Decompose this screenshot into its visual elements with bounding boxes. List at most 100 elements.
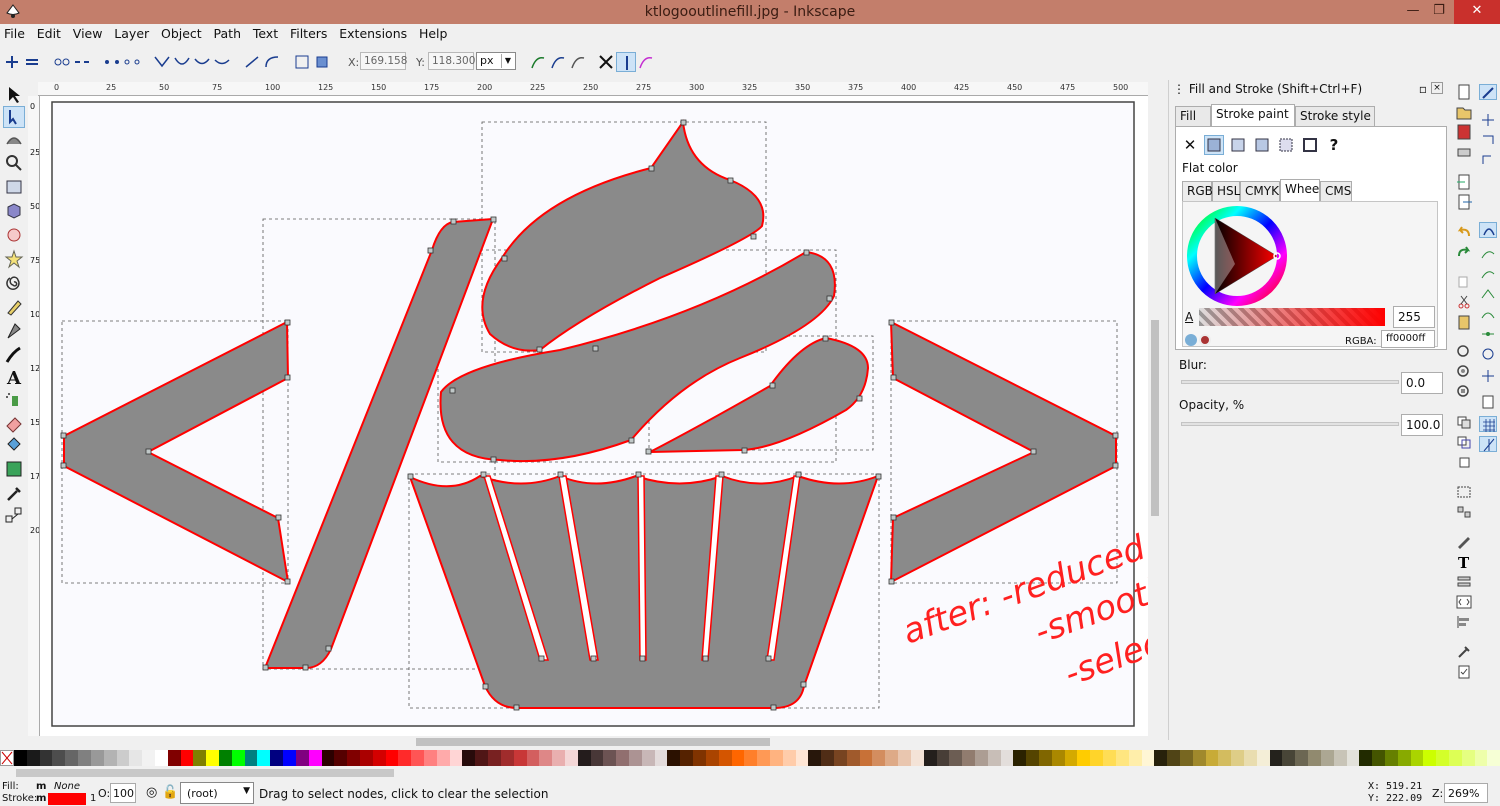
show-mask-icon[interactable] [616,52,636,72]
node-symmetric-icon[interactable] [192,52,212,72]
palette-swatch[interactable] [667,750,681,766]
palette-swatch[interactable] [808,750,822,766]
enable-snapping-icon[interactable] [1479,84,1497,100]
drawing[interactable]: after: -reduced nodes -smooth paths -sel… [40,96,1148,736]
undo-icon[interactable] [1455,224,1473,240]
palette-swatch[interactable] [475,750,489,766]
menu-path[interactable]: Path [210,24,245,41]
layer-visibility-icon[interactable]: ◎ [146,785,157,800]
xml-editor-icon[interactable] [1455,594,1473,610]
show-handles-icon[interactable] [528,52,548,72]
palette-swatch[interactable] [359,750,373,766]
unit-select[interactable]: px ▼ [476,52,516,70]
pattern-button[interactable] [1276,135,1296,155]
flat-color-button[interactable] [1204,135,1224,155]
node-smooth-icon[interactable] [172,52,192,72]
palette-swatch[interactable] [1103,750,1116,766]
palette-swatch[interactable] [1461,750,1475,766]
palette-swatch[interactable] [65,750,79,766]
palette-swatch[interactable] [1308,750,1321,766]
palette-swatch[interactable] [1090,750,1104,766]
snap-nodes-icon[interactable] [1479,222,1497,238]
star-tool-icon[interactable] [3,248,25,270]
node-auto-smooth-icon[interactable] [212,52,232,72]
pencil-tool-icon[interactable] [3,296,25,318]
palette-swatch[interactable] [1077,750,1091,766]
palette-swatch[interactable] [219,750,232,766]
tab-stroke-style[interactable]: Stroke style [1295,106,1375,126]
palette-swatch[interactable] [1167,750,1180,766]
open-icon[interactable] [1455,104,1473,120]
zoom-tool-icon[interactable] [3,152,25,174]
palette-swatch[interactable] [744,750,758,766]
palette-swatch[interactable] [78,750,91,766]
palette-swatch[interactable] [1231,750,1244,766]
pen-tool-icon[interactable] [3,320,25,342]
unset-paint-button[interactable]: ? [1324,135,1344,155]
palette-swatch[interactable] [1064,750,1078,766]
tab-cmyk[interactable]: CMYK [1240,181,1280,201]
palette-swatch[interactable] [116,750,130,766]
snap-guides-icon[interactable] [1479,436,1497,452]
opacity-slider[interactable] [1181,422,1399,426]
canvas[interactable]: after: -reduced nodes -smooth paths -sel… [40,96,1148,736]
node-cusp-icon[interactable] [152,52,172,72]
text-tool-icon[interactable]: A [3,366,25,389]
palette-swatch[interactable] [321,750,335,766]
palette-swatch[interactable] [154,750,168,766]
menu-text[interactable]: Text [249,24,282,41]
palette-swatch[interactable] [257,750,271,766]
tab-hsl[interactable]: HSL [1212,181,1240,201]
palette-swatch[interactable] [821,750,834,766]
palette-swatch[interactable] [1295,750,1309,766]
dropper-tool-icon[interactable] [3,482,25,504]
palette-swatch[interactable] [898,750,911,766]
palette-swatch[interactable] [1141,750,1155,766]
palette-swatch[interactable] [193,750,207,766]
text-dialog-icon[interactable]: T [1455,554,1473,572]
palette-swatch[interactable] [244,750,258,766]
zoom-page-icon[interactable] [1455,384,1473,400]
print-icon[interactable] [1455,144,1473,160]
spray-tool-icon[interactable] [3,388,25,410]
stroke-color-indicator[interactable] [48,793,86,805]
clone-icon[interactable] [1455,434,1473,450]
vertical-scrollbar[interactable] [1148,82,1162,736]
palette-swatch[interactable] [1320,750,1334,766]
snap-cusp-nodes-icon[interactable] [1479,286,1497,302]
alpha-input[interactable]: 255 [1393,306,1435,328]
palette-swatch[interactable] [1269,750,1283,766]
panel-close-icon[interactable]: × [1431,82,1443,94]
preferences-icon[interactable] [1455,644,1473,660]
palette-swatch[interactable] [180,750,194,766]
palette-swatch[interactable] [564,750,578,766]
palette-swatch[interactable] [142,750,155,766]
snap-grids-icon[interactable] [1479,416,1497,432]
delete-segment-icon[interactable] [122,52,142,72]
paint-bucket-tool-icon[interactable] [3,434,25,456]
palette-swatch[interactable] [270,750,284,766]
panel-iconify-icon[interactable]: ▫ [1419,82,1427,96]
copy-icon[interactable] [1455,274,1473,290]
palette-swatch[interactable] [206,750,219,766]
palette-swatch[interactable] [1051,750,1065,766]
spiral-tool-icon[interactable] [3,272,25,294]
show-outline-icon[interactable] [548,52,568,72]
palette-swatch[interactable] [1487,750,1500,766]
palette-swatch[interactable] [90,750,104,766]
palette-swatch[interactable] [1000,750,1014,766]
snap-bbox-corner-icon[interactable] [1479,152,1497,168]
layer-lock-icon[interactable]: 🔓 [162,785,178,800]
palette-swatch[interactable] [885,750,899,766]
new-document-icon[interactable] [1455,84,1473,100]
insert-node-icon[interactable] [2,52,22,72]
palette-swatch[interactable] [167,750,181,766]
palette-swatch[interactable] [718,750,732,766]
import-icon[interactable] [1455,174,1473,190]
palette-swatch[interactable] [769,750,783,766]
tweak-tool-icon[interactable] [3,128,25,150]
layers-dialog-icon[interactable] [1455,574,1473,590]
tab-fill[interactable]: Fill [1175,106,1211,126]
palette-swatch[interactable] [795,750,809,766]
alpha-slider[interactable] [1199,308,1385,326]
